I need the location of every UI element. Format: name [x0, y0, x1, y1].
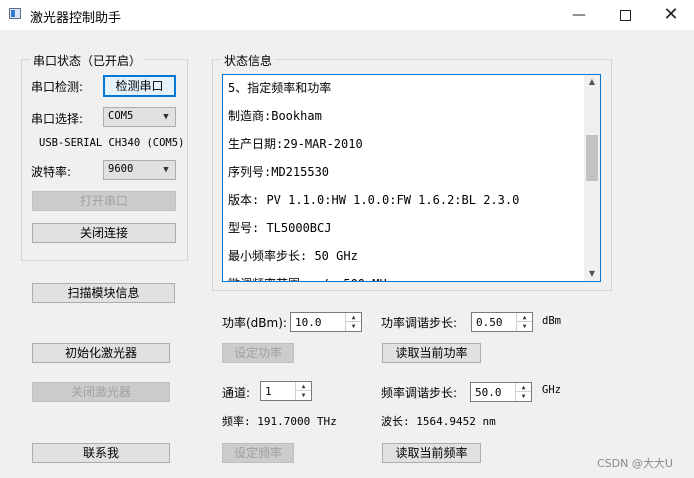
- serial-status-title: 串口状态（已开启）: [30, 52, 145, 69]
- status-line: 版本: PV 1.1.0:HW 1.0.0:FW 1.6.2:BL 2.3.0: [228, 193, 520, 207]
- serial-port-description: USB-SERIAL CH340 (COM5): [39, 137, 185, 149]
- maximize-button[interactable]: [602, 0, 648, 30]
- spin-up-icon[interactable]: ▲: [517, 313, 532, 322]
- serial-port-select[interactable]: COM5 ▼: [103, 107, 176, 127]
- contact-me-button[interactable]: 联系我: [32, 443, 170, 463]
- status-line: 微调频率范围: +/- 500 MHz: [228, 272, 584, 281]
- scan-module-button[interactable]: 扫描模块信息: [32, 283, 175, 303]
- status-info-title: 状态信息: [221, 52, 276, 69]
- wavelength-readout: 波长: 1564.9452 nm: [381, 415, 496, 428]
- power-step-label: 功率调谐步长:: [381, 316, 458, 330]
- status-line: 制造商:Bookham: [228, 109, 322, 123]
- maximize-icon: [619, 9, 631, 21]
- status-line: 最小频率步长: 50 GHz: [228, 249, 358, 263]
- set-frequency-button[interactable]: 设定频率: [222, 443, 294, 463]
- serial-select-label: 串口选择:: [31, 112, 84, 126]
- status-line: 生产日期:29-MAR-2010: [228, 137, 363, 151]
- frequency-readout: 频率: 191.7000 THz: [222, 415, 337, 428]
- scroll-down-icon[interactable]: ▼: [584, 267, 600, 281]
- status-info-textbox[interactable]: 5、指定频率和功率 制造商:Bookham 生产日期:29-MAR-2010 序…: [222, 74, 601, 282]
- scroll-up-icon[interactable]: ▲: [584, 75, 600, 89]
- status-scrollbar[interactable]: ▲ ▼: [584, 75, 600, 281]
- init-laser-button[interactable]: 初始化激光器: [32, 343, 170, 363]
- close-connection-button[interactable]: 关闭连接: [32, 223, 176, 243]
- spin-up-icon[interactable]: ▲: [296, 382, 311, 391]
- channel-spinbox[interactable]: 1 ▲ ▼: [260, 381, 312, 401]
- spin-up-icon[interactable]: ▲: [516, 383, 531, 392]
- serial-port-value: COM5: [108, 110, 134, 122]
- detect-serial-button[interactable]: 检测串口: [103, 75, 176, 97]
- read-frequency-button[interactable]: 读取当前频率: [382, 443, 481, 463]
- spin-up-icon[interactable]: ▲: [346, 313, 361, 322]
- close-window-button[interactable]: ✕: [648, 0, 694, 30]
- scrollbar-thumb[interactable]: [586, 135, 598, 181]
- app-icon: [9, 8, 21, 19]
- shutdown-laser-button[interactable]: 关闭激光器: [32, 382, 170, 402]
- minimize-button[interactable]: —: [556, 0, 602, 30]
- frequency-step-label: 频率调谐步长:: [381, 386, 458, 400]
- serial-detect-label: 串口检测:: [31, 80, 84, 94]
- power-label: 功率(dBm):: [222, 316, 287, 330]
- baud-rate-value: 9600: [108, 163, 134, 175]
- chevron-down-icon: ▼: [163, 165, 169, 175]
- power-step-spinbox[interactable]: 0.50 ▲ ▼: [471, 312, 533, 332]
- frequency-step-unit: GHz: [542, 384, 561, 396]
- power-spinbox[interactable]: 10.0 ▲ ▼: [290, 312, 362, 332]
- watermark: CSDN @大大U: [597, 457, 673, 470]
- spin-down-icon[interactable]: ▼: [346, 322, 361, 331]
- status-line: 型号: TL5000BCJ: [228, 221, 332, 235]
- status-line: 5、指定频率和功率: [228, 81, 332, 95]
- chevron-down-icon: ▼: [163, 112, 169, 122]
- open-serial-button[interactable]: 打开串口: [32, 191, 176, 211]
- spin-down-icon[interactable]: ▼: [296, 391, 311, 400]
- baud-rate-select[interactable]: 9600 ▼: [103, 160, 176, 180]
- power-step-value: 0.50: [476, 316, 503, 329]
- status-line: 序列号:MD215530: [228, 165, 330, 179]
- read-power-button[interactable]: 读取当前功率: [382, 343, 481, 363]
- window-title: 激光器控制助手: [30, 11, 122, 26]
- baud-rate-label: 波特率:: [31, 165, 72, 179]
- status-lines: 5、指定频率和功率 制造商:Bookham 生产日期:29-MAR-2010 序…: [228, 75, 584, 281]
- power-value: 10.0: [295, 316, 322, 329]
- channel-value: 1: [265, 385, 272, 398]
- set-power-button[interactable]: 设定功率: [222, 343, 294, 363]
- spin-down-icon[interactable]: ▼: [516, 392, 531, 401]
- frequency-step-value: 50.0: [475, 386, 502, 399]
- channel-label: 通道:: [222, 386, 251, 400]
- spin-down-icon[interactable]: ▼: [517, 322, 532, 331]
- title-bar: 激光器控制助手 — ✕: [0, 0, 694, 30]
- power-step-unit: dBm: [542, 315, 561, 327]
- frequency-step-spinbox[interactable]: 50.0 ▲ ▼: [470, 382, 532, 402]
